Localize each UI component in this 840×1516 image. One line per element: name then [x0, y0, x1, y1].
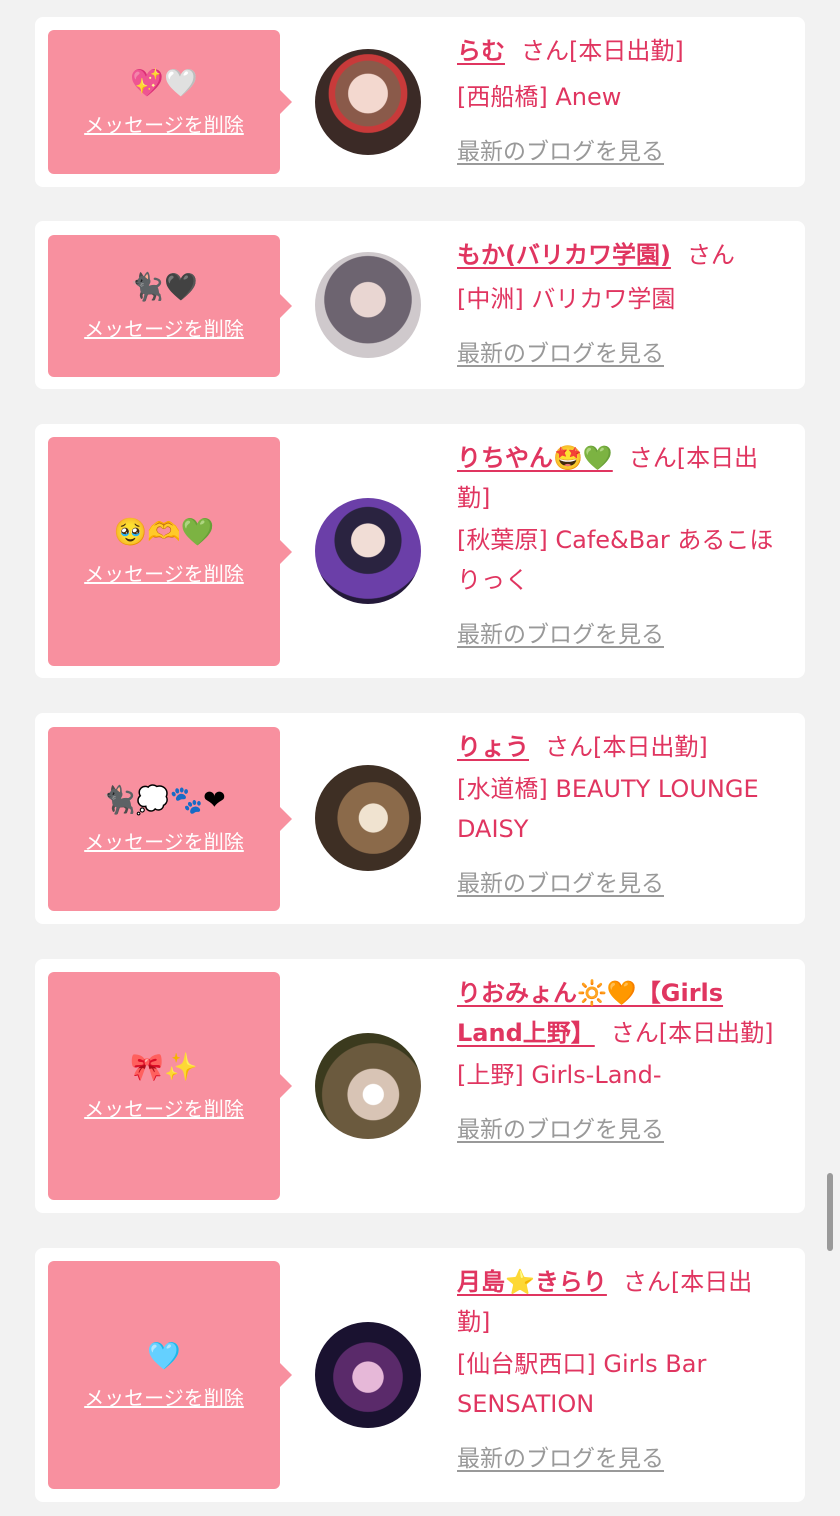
delete-message-link[interactable]: メッセージを削除 — [84, 109, 244, 138]
honorific: さん — [521, 37, 569, 65]
message-emoji: 🐈‍⬛🖤 — [130, 271, 198, 303]
delete-message-link[interactable]: メッセージを削除 — [84, 1093, 244, 1122]
message-bubble: 💖🤍 メッセージを削除 — [48, 30, 292, 174]
work-status: [本日出勤] — [593, 733, 708, 761]
message-bubble: 🐈‍⬛💭🐾❤ メッセージを削除 — [48, 727, 292, 911]
latest-blog-link[interactable]: 最新のブログを見る — [457, 1110, 664, 1150]
latest-blog-link[interactable]: 最新のブログを見る — [457, 864, 664, 904]
favorite-card: 🐈‍⬛💭🐾❤ メッセージを削除 りょう さん[本日出勤] [水道橋] BEAUTY… — [35, 713, 805, 924]
scrollbar[interactable] — [827, 1173, 833, 1251]
cast-name-link[interactable]: りちやん🤩💚 — [457, 444, 613, 472]
delete-message-link[interactable]: メッセージを削除 — [84, 826, 244, 855]
latest-blog-link[interactable]: 最新のブログを見る — [457, 1439, 664, 1479]
honorific: さん — [628, 444, 677, 472]
message-bubble: 🩵 メッセージを削除 — [48, 1261, 292, 1489]
message-emoji: 💖🤍 — [130, 67, 198, 99]
avatar[interactable] — [315, 498, 421, 604]
latest-blog-link[interactable]: 最新のブログを見る — [457, 334, 664, 374]
work-status: [本日出勤] — [569, 37, 684, 65]
avatar[interactable] — [315, 765, 421, 871]
message-emoji: 🥹🫶💚 — [113, 517, 215, 548]
favorite-card: 🩵 メッセージを削除 月島⭐️きらり さん[本日出勤] [仙台駅西口] Girls… — [35, 1248, 805, 1502]
delete-message-link[interactable]: メッセージを削除 — [84, 558, 244, 587]
message-bubble: 🐈‍⬛🖤 メッセージを削除 — [48, 235, 292, 377]
shop-location: [西船橋] Anew — [457, 83, 622, 111]
favorite-card: 💖🤍 メッセージを削除 らむ さん[本日出勤] [西船橋] Anew 最新のブログ… — [35, 17, 805, 187]
cast-name-link[interactable]: らむ — [457, 37, 505, 65]
avatar[interactable] — [315, 252, 421, 358]
latest-blog-link[interactable]: 最新のブログを見る — [457, 132, 664, 172]
cast-name-link[interactable]: 月島⭐️きらり — [457, 1268, 607, 1296]
favorite-card: 🐈‍⬛🖤 メッセージを削除 もか(バリカワ学園) さん [中洲] バリカワ学園 最… — [35, 221, 805, 389]
favorite-card: 🎀✨ メッセージを削除 りおみょん🔆🧡【Girls Land上野】 さん[本日出勤… — [35, 959, 805, 1213]
avatar[interactable] — [315, 49, 421, 155]
honorific: さん — [622, 1268, 671, 1296]
cast-name-link[interactable]: りょう — [457, 733, 529, 761]
message-emoji: 🐈‍⬛💭🐾❤ — [102, 784, 226, 816]
avatar[interactable] — [315, 1322, 421, 1428]
shop-location: [仙台駅西口] Girls Bar SENSATION — [457, 1350, 707, 1418]
message-bubble: 🥹🫶💚 メッセージを削除 — [48, 437, 292, 666]
delete-message-link[interactable]: メッセージを削除 — [84, 1382, 244, 1411]
message-emoji: 🩵 — [147, 1340, 181, 1372]
latest-blog-link[interactable]: 最新のブログを見る — [457, 615, 664, 655]
honorific: さん — [545, 733, 593, 761]
message-emoji: 🎀✨ — [130, 1051, 198, 1083]
work-status: [本日出勤] — [658, 1019, 774, 1047]
shop-location: [上野] Girls-Land- — [457, 1061, 662, 1089]
shop-location: [中洲] バリカワ学園 — [457, 285, 676, 313]
cast-name-link[interactable]: もか(バリカワ学園) — [457, 241, 671, 269]
shop-location: [水道橋] BEAUTY LOUNGE DAISY — [457, 775, 759, 843]
shop-location: [秋葉原] Cafe&Bar あるこほりっく — [457, 526, 774, 594]
favorite-card: 🥹🫶💚 メッセージを削除 りちやん🤩💚 さん[本日出勤] [秋葉原] Cafe&B… — [35, 424, 805, 678]
delete-message-link[interactable]: メッセージを削除 — [84, 313, 244, 342]
avatar[interactable] — [315, 1033, 421, 1139]
honorific: さん — [686, 241, 735, 269]
message-bubble: 🎀✨ メッセージを削除 — [48, 972, 292, 1200]
honorific: さん — [610, 1019, 659, 1047]
